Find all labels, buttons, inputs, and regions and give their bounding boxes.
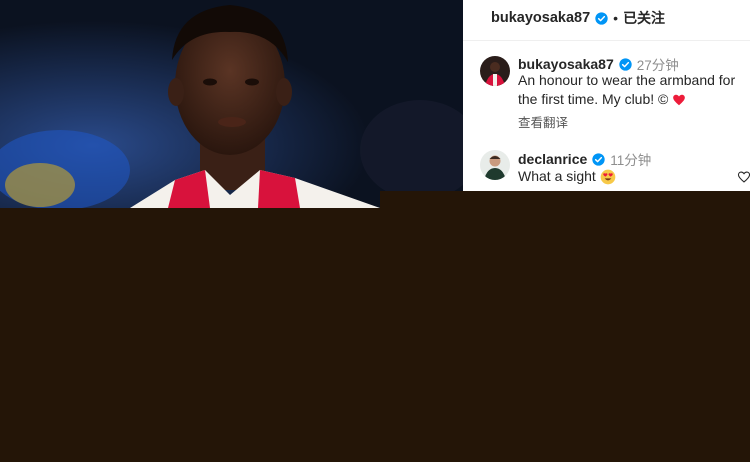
- verified-badge-icon: [595, 11, 608, 25]
- comment-text-line-1: An honour to wear the armband for: [518, 72, 736, 88]
- heart-eyes-emoji-icon: [600, 169, 616, 185]
- verified-badge-icon: [619, 57, 632, 71]
- avatar-image: [480, 150, 510, 180]
- comment-text-line-2-row: the first time. My club! ©: [518, 89, 686, 110]
- post-author-username[interactable]: bukayosaka87: [491, 10, 590, 26]
- comment-text: What a sight: [518, 168, 596, 184]
- post-header: bukayosaka87 • 已关注: [491, 8, 665, 28]
- comment-username[interactable]: declanrice: [518, 151, 587, 167]
- separator-dot: •: [613, 10, 619, 26]
- player-photo-illustration: [0, 0, 463, 208]
- verified-badge-icon: [592, 152, 605, 166]
- following-button[interactable]: 已关注: [623, 8, 665, 28]
- avatar-image: [480, 56, 510, 86]
- header-divider: [463, 40, 750, 41]
- comments-panel: bukayosaka87 • 已关注 bukayosaka87 27分钟 An …: [463, 0, 750, 191]
- comment-text-row: What a sight: [518, 166, 616, 187]
- post-photo: [0, 0, 463, 208]
- comment-text-line-2: the first time. My club! ©: [518, 91, 669, 107]
- blank-overlay-area: [380, 191, 750, 462]
- avatar-declanrice[interactable]: [480, 150, 510, 180]
- red-heart-emoji-icon: [673, 95, 686, 106]
- avatar-bukayosaka87[interactable]: [480, 56, 510, 86]
- see-translation-link[interactable]: 查看翻译: [518, 112, 568, 131]
- like-comment-heart-icon[interactable]: [737, 170, 750, 184]
- comment-timestamp: 11分钟: [610, 153, 652, 168]
